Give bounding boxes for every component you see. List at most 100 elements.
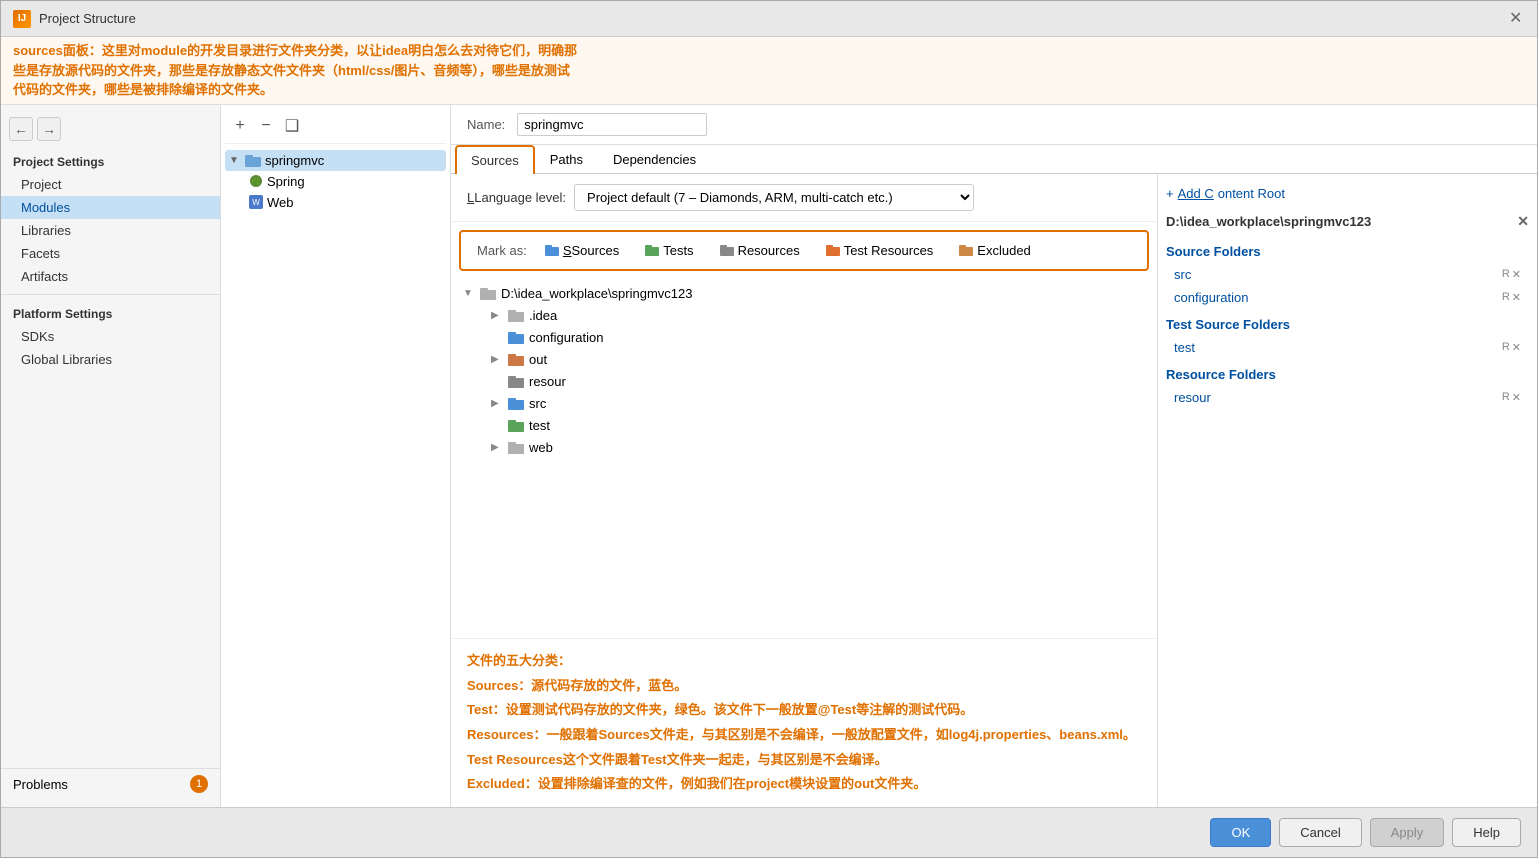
source-folder-configuration: configuration R ✕ [1166,288,1529,307]
out-folder-icon [507,352,525,368]
tab-sources[interactable]: Sources [455,145,535,174]
filetree-test-label: test [529,418,550,433]
tree-item-springmvc: springmvc [265,153,324,168]
language-level-row: LLanguage level: Project default (7 – Di… [451,174,1157,222]
tree-root-springmvc[interactable]: ▼ springmvc [225,150,446,171]
help-button[interactable]: Help [1452,818,1521,847]
mark-as-label: Mark as: [477,243,527,258]
plus-icon: + [1166,186,1174,201]
filetree-out-label: out [529,352,547,367]
app-icon: IJ [13,10,31,28]
web-label: Web [267,195,294,210]
add-content-root-rest: ontent Root [1218,186,1285,201]
test-folder-test-name[interactable]: test [1174,340,1195,355]
sidebar-item-libraries[interactable]: Libraries [1,219,220,242]
nav-back-button[interactable]: ← [9,117,33,141]
filetree-test[interactable]: test [459,415,1149,437]
source-folder-config-actions: R ✕ [1502,291,1521,304]
remove-module-button[interactable]: − [255,115,277,137]
content-area: Name: Sources Paths Dependencies [451,105,1537,808]
content-body: LLanguage level: Project default (7 – Di… [451,174,1537,808]
filetree-out[interactable]: ▶ out [459,349,1149,371]
filetree-web[interactable]: ▶ web [459,437,1149,459]
config-action-r[interactable]: R [1502,291,1510,304]
test-desc: Test：设置测试代码存放的文件夹，绿色。该文件下一般放置@Test等注解的测试… [467,698,1141,723]
sources-desc: Sources：源代码存放的文件，蓝色。 [467,674,1141,699]
bottom-bar: OK Cancel Apply Help [1,807,1537,857]
source-folder-config-name[interactable]: configuration [1174,290,1248,305]
resource-folder-resour-actions: R ✕ [1502,391,1521,404]
project-settings-header: Project Settings [1,149,220,173]
config-action-x[interactable]: ✕ [1512,291,1521,304]
source-folder-src-name[interactable]: src [1174,267,1191,282]
tree-arrow: ▼ [229,155,245,166]
resour-action-x[interactable]: ✕ [1512,391,1521,404]
filetree-configuration[interactable]: configuration [459,327,1149,349]
filetree-idea-label: .idea [529,308,557,323]
category-title: 文件的五大分类： [467,649,1141,674]
nav-forward-button[interactable]: → [37,117,61,141]
sidebar-divider [1,294,220,295]
language-level-select[interactable]: Project default (7 – Diamonds, ARM, mult… [574,184,974,211]
filetree-config-label: configuration [529,330,603,345]
src-action-x[interactable]: ✕ [1512,268,1521,281]
src-action-r[interactable]: R [1502,268,1510,281]
filetree-src[interactable]: ▶ src [459,393,1149,415]
resour-action-r[interactable]: R [1502,391,1510,404]
mark-as-test-resources-button[interactable]: Test Resources [818,240,942,261]
mark-as-tests-button[interactable]: Tests [637,240,701,261]
tab-paths[interactable]: Paths [535,145,598,174]
source-folder-src: src R ✕ [1166,265,1529,284]
sidebar-item-facets[interactable]: Facets [1,242,220,265]
filetree-root[interactable]: ▼ D:\idea_workplace\springmvc123 [459,283,1149,305]
filetree-idea[interactable]: ▶ .idea [459,305,1149,327]
resource-folder-resour-name[interactable]: resour [1174,390,1211,405]
tree-item-spring[interactable]: 🌿 Spring [225,171,446,192]
annotation-bar: sources面板：这里对module的开发目录进行文件夹分类，以让idea明白… [1,37,1537,105]
mark-as-excluded-button[interactable]: Excluded [951,240,1038,261]
resource-folders-title: Resource Folders [1166,361,1529,384]
root-folder-icon [479,286,497,302]
problems-badge: 1 [190,775,208,793]
content-root-path-row: D:\idea_workplace\springmvc123 ✕ [1166,209,1529,234]
sidebar-item-project[interactable]: Project [1,173,220,196]
close-button[interactable]: ✕ [1509,11,1525,27]
test-action-r[interactable]: R [1502,341,1510,354]
filetree-resour[interactable]: resour [459,371,1149,393]
resources-label: Resources [738,243,800,258]
name-label: Name: [467,117,505,132]
main-content: ← → Project Settings Project Modules Lib… [1,105,1537,808]
module-tree-panel: + − ❑ ▼ springmvc 🌿 [221,105,451,808]
sidebar-item-modules[interactable]: Modules [1,196,220,219]
apply-button[interactable]: Apply [1370,818,1445,847]
folder-icon [245,153,261,167]
add-content-root-link[interactable]: + Add Content Root [1166,182,1529,205]
annotation-line2: 些是存放源代码的文件夹，那些是存放静态文件文件夹（html/css/图片、音频等… [13,61,1525,81]
mark-as-sources-button[interactable]: SSources [537,240,627,261]
sidebar-item-sdks[interactable]: SDKs [1,325,220,348]
source-folder-src-actions: R ✕ [1502,268,1521,281]
problems-label: Problems [13,777,68,792]
sidebar-item-artifacts[interactable]: Artifacts [1,265,220,288]
filetree-src-label: src [529,396,546,411]
tree-item-web[interactable]: W Web [225,192,446,213]
left-content: LLanguage level: Project default (7 – Di… [451,174,1157,808]
problems-section[interactable]: Problems 1 [1,768,220,799]
copy-module-button[interactable]: ❑ [281,115,303,137]
ok-button[interactable]: OK [1210,818,1271,847]
test-folder-icon [507,418,525,434]
excluded-desc: Excluded：设置排除编译查的文件，例如我们在project模块设置的out… [467,772,1141,797]
test-action-x[interactable]: ✕ [1512,341,1521,354]
module-name-input[interactable] [517,113,707,136]
test-resources-desc: Test Resources这个文件跟着Test文件夹一起走，与其区别是不会编译… [467,748,1141,773]
window-title: Project Structure [39,11,136,26]
remove-root-button[interactable]: ✕ [1517,213,1529,230]
cancel-button[interactable]: Cancel [1279,818,1361,847]
mark-as-resources-button[interactable]: Resources [712,240,808,261]
source-folders-title: Source Folders [1166,238,1529,261]
resources-desc: Resources：一般跟着Sources文件走，与其区别是不会编译，一般放配置… [467,723,1141,748]
add-module-button[interactable]: + [229,115,251,137]
sidebar-item-global-libraries[interactable]: Global Libraries [1,348,220,371]
annotation-line3: 代码的文件夹，哪些是被排除编译的文件夹。 [13,80,1525,100]
tab-dependencies[interactable]: Dependencies [598,145,711,174]
